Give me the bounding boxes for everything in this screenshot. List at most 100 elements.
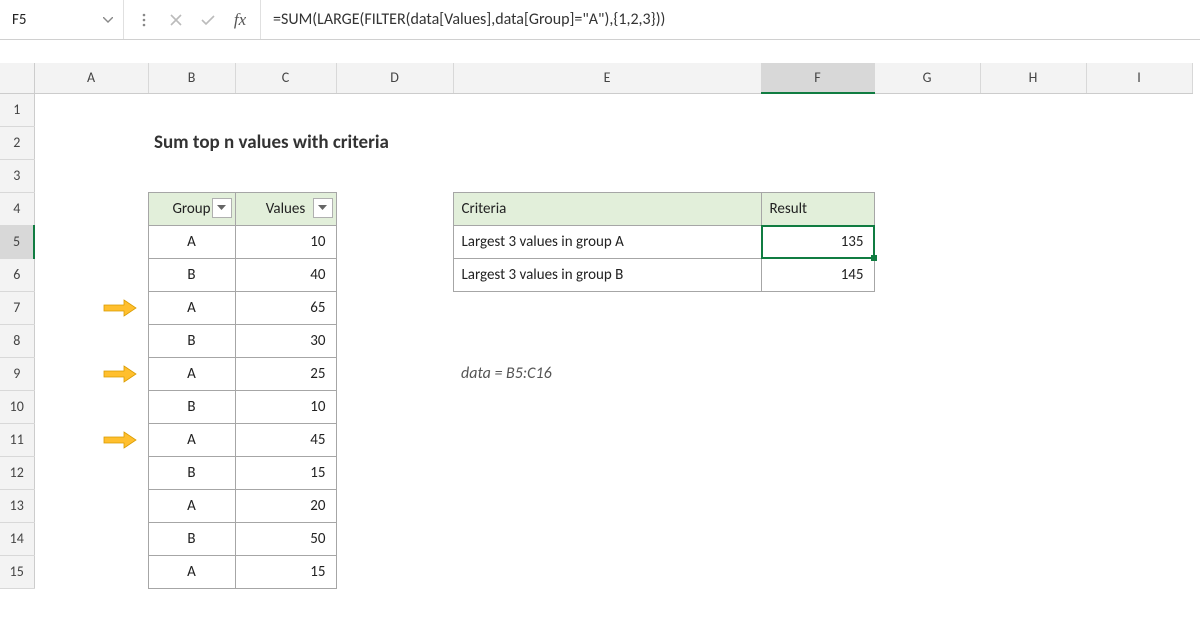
cell[interactable] [874, 456, 980, 489]
row-header-5[interactable]: 5 [0, 225, 34, 258]
cell[interactable] [336, 456, 453, 489]
cell[interactable] [1086, 126, 1192, 159]
col-header-B[interactable]: B [148, 63, 235, 93]
table-row[interactable]: A [148, 225, 235, 258]
result-header-criteria[interactable]: Criteria [453, 192, 761, 225]
cell[interactable] [336, 324, 453, 357]
table-row[interactable]: B [148, 390, 235, 423]
cell[interactable] [980, 159, 1086, 192]
table-row[interactable]: 40 [235, 258, 336, 291]
cell[interactable] [1086, 93, 1192, 126]
cell[interactable] [980, 390, 1086, 423]
cell[interactable] [336, 258, 453, 291]
cell[interactable] [453, 522, 761, 555]
cell[interactable] [34, 159, 148, 192]
formula-input[interactable]: =SUM(LARGE(FILTER(data[Values],data[Grou… [261, 0, 1200, 39]
cell[interactable] [336, 390, 453, 423]
row-header-2[interactable]: 2 [0, 126, 34, 159]
select-all-corner[interactable] [0, 63, 34, 93]
row-header-3[interactable]: 3 [0, 159, 34, 192]
ellipsis-icon[interactable] [130, 6, 158, 34]
result-header-result[interactable]: Result [761, 192, 874, 225]
table-row[interactable]: 10 [235, 225, 336, 258]
cell[interactable] [1086, 522, 1192, 555]
cell[interactable] [34, 555, 148, 588]
cell[interactable] [980, 291, 1086, 324]
cell[interactable] [453, 291, 761, 324]
cell[interactable] [34, 126, 148, 159]
result-criteria[interactable]: Largest 3 values in group A [453, 225, 761, 258]
cell[interactable] [980, 489, 1086, 522]
cell[interactable] [1086, 555, 1192, 588]
name-box[interactable]: F5 [0, 0, 124, 39]
cancel-icon[interactable] [162, 6, 190, 34]
col-header-A[interactable]: A [34, 63, 148, 93]
cell[interactable] [761, 555, 874, 588]
filter-dropdown-icon[interactable] [313, 198, 333, 218]
cell[interactable] [874, 390, 980, 423]
col-header-G[interactable]: G [874, 63, 980, 93]
cell[interactable] [1086, 159, 1192, 192]
cell[interactable] [874, 93, 980, 126]
cell[interactable] [34, 456, 148, 489]
cell[interactable] [980, 423, 1086, 456]
cell[interactable] [34, 324, 148, 357]
cell[interactable] [980, 192, 1086, 225]
col-header-E[interactable]: E [453, 63, 761, 93]
cell[interactable] [874, 489, 980, 522]
cell[interactable] [1086, 258, 1192, 291]
row-header-13[interactable]: 13 [0, 489, 34, 522]
row-header-1[interactable]: 1 [0, 93, 34, 126]
table-row[interactable]: B [148, 324, 235, 357]
cell[interactable] [874, 291, 980, 324]
cell[interactable] [453, 93, 761, 126]
cell[interactable] [453, 159, 761, 192]
col-header-D[interactable]: D [336, 63, 453, 93]
cell[interactable] [34, 489, 148, 522]
cell[interactable] [761, 390, 874, 423]
row-header-10[interactable]: 10 [0, 390, 34, 423]
data-header-group[interactable]: Group [148, 192, 235, 225]
row-header-6[interactable]: 6 [0, 258, 34, 291]
cell[interactable] [453, 456, 761, 489]
fx-icon[interactable]: fx [226, 6, 254, 34]
cell[interactable] [874, 192, 980, 225]
table-row[interactable]: 15 [235, 456, 336, 489]
cell[interactable] [980, 258, 1086, 291]
cell[interactable] [336, 291, 453, 324]
cell[interactable] [336, 489, 453, 522]
cell[interactable] [761, 522, 874, 555]
table-row[interactable]: 30 [235, 324, 336, 357]
cell[interactable] [1086, 489, 1192, 522]
cell[interactable] [761, 159, 874, 192]
cell[interactable] [453, 423, 761, 456]
cell[interactable] [980, 324, 1086, 357]
col-header-H[interactable]: H [980, 63, 1086, 93]
chevron-down-icon[interactable] [99, 17, 117, 23]
cell[interactable] [336, 225, 453, 258]
cell[interactable] [235, 93, 336, 126]
cell[interactable] [336, 522, 453, 555]
cell[interactable] [1086, 291, 1192, 324]
cell[interactable] [336, 423, 453, 456]
cell[interactable] [1086, 324, 1192, 357]
cell[interactable] [761, 423, 874, 456]
table-row[interactable]: B [148, 522, 235, 555]
table-row[interactable]: 10 [235, 390, 336, 423]
cell[interactable] [874, 126, 980, 159]
cell[interactable] [336, 555, 453, 588]
table-row[interactable]: 25 [235, 357, 336, 390]
cell[interactable] [980, 456, 1086, 489]
data-header-values[interactable]: Values [235, 192, 336, 225]
cell[interactable] [34, 258, 148, 291]
enter-icon[interactable] [194, 6, 222, 34]
table-row[interactable]: 45 [235, 423, 336, 456]
cell[interactable] [1086, 423, 1192, 456]
cell[interactable] [761, 357, 874, 390]
table-row[interactable]: B [148, 456, 235, 489]
cell[interactable] [874, 225, 980, 258]
result-criteria[interactable]: Largest 3 values in group B [453, 258, 761, 291]
cell[interactable] [874, 258, 980, 291]
cell[interactable] [34, 225, 148, 258]
cell[interactable] [148, 93, 235, 126]
